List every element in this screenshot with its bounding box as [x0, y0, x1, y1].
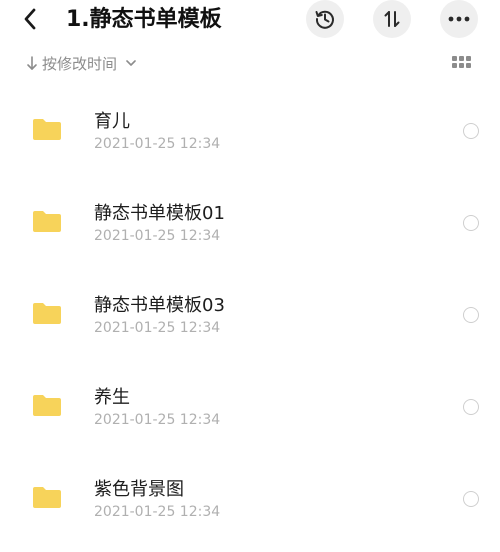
- list-item[interactable]: 静态书单模板03 2021-01-25 12:34: [0, 267, 500, 359]
- file-date: 2021-01-25 12:34: [94, 412, 221, 428]
- folder-icon: [33, 487, 61, 508]
- file-name: 静态书单模板03: [94, 295, 225, 316]
- select-radio[interactable]: [463, 215, 479, 231]
- file-date: 2021-01-25 12:34: [94, 320, 221, 336]
- select-radio[interactable]: [463, 491, 479, 507]
- folder-icon: [33, 395, 61, 416]
- list-item[interactable]: 紫色背景图 2021-01-25 12:34: [0, 451, 500, 543]
- chevron-down-icon: [126, 60, 136, 66]
- sort-bar: 按修改时间: [0, 48, 500, 78]
- file-date: 2021-01-25 12:34: [94, 504, 221, 520]
- back-button[interactable]: [18, 6, 42, 32]
- grid-view-button[interactable]: [452, 56, 474, 72]
- page-title: 1.静态书单模板: [66, 7, 222, 32]
- file-name: 养生: [94, 387, 130, 408]
- select-radio[interactable]: [463, 399, 479, 415]
- list-item[interactable]: 养生 2021-01-25 12:34: [0, 359, 500, 451]
- history-icon: [315, 10, 334, 29]
- select-radio[interactable]: [463, 307, 479, 323]
- file-name: 育儿: [94, 111, 130, 132]
- list-item[interactable]: 育儿 2021-01-25 12:34: [0, 83, 500, 175]
- arrow-down-icon: [27, 56, 37, 70]
- more-dots-icon: [448, 16, 470, 22]
- file-date: 2021-01-25 12:34: [94, 136, 221, 152]
- file-name: 静态书单模板01: [94, 203, 225, 224]
- file-name: 紫色背景图: [94, 479, 184, 500]
- chevron-left-icon: [24, 8, 36, 30]
- history-button[interactable]: [306, 0, 344, 38]
- list-item[interactable]: 静态书单模板01 2021-01-25 12:34: [0, 175, 500, 267]
- select-radio[interactable]: [463, 123, 479, 139]
- sort-label: 按修改时间: [42, 54, 118, 73]
- folder-icon: [33, 303, 61, 324]
- grid-view-icon: [452, 56, 457, 61]
- file-list: 育儿 2021-01-25 12:34 静态书单模板01 2021-01-25 …: [0, 83, 500, 543]
- more-button[interactable]: [440, 0, 478, 38]
- file-date: 2021-01-25 12:34: [94, 228, 221, 244]
- folder-icon: [33, 211, 61, 232]
- sort-button[interactable]: [373, 0, 411, 38]
- sort-by-modified-dropdown[interactable]: 按修改时间: [26, 48, 137, 78]
- folder-icon: [33, 119, 61, 140]
- top-bar: 1.静态书单模板: [0, 0, 500, 40]
- sort-arrows-icon: [384, 11, 400, 27]
